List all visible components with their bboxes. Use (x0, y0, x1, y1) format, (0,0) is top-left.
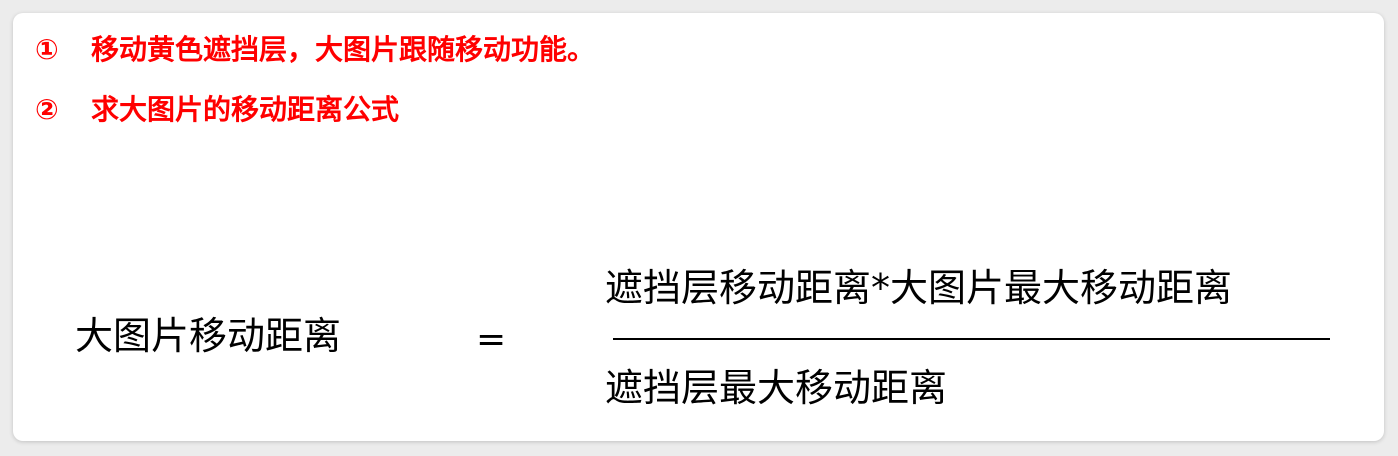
formula-left-side: 大图片移动距离 (75, 314, 342, 358)
point-2: ② 求大图片的移动距离公式 (35, 93, 399, 127)
formula-numerator: 遮挡层移动距离*大图片最大移动距离 (605, 266, 1233, 310)
point-2-text: 求大图片的移动距离公式 (91, 93, 400, 126)
formula-denominator: 遮挡层最大移动距离 (605, 366, 948, 410)
point-1-marker: ① (35, 33, 59, 66)
fraction-bar (613, 338, 1330, 340)
point-2-marker: ② (35, 93, 59, 126)
point-1-text: 移动黄色遮挡层，大图片跟随移动功能。 (91, 33, 596, 66)
content-card: ① 移动黄色遮挡层，大图片跟随移动功能。 ② 求大图片的移动距离公式 大图片移动距离… (13, 13, 1384, 441)
equals-sign: = (476, 319, 507, 360)
point-1: ① 移动黄色遮挡层，大图片跟随移动功能。 (35, 33, 595, 67)
